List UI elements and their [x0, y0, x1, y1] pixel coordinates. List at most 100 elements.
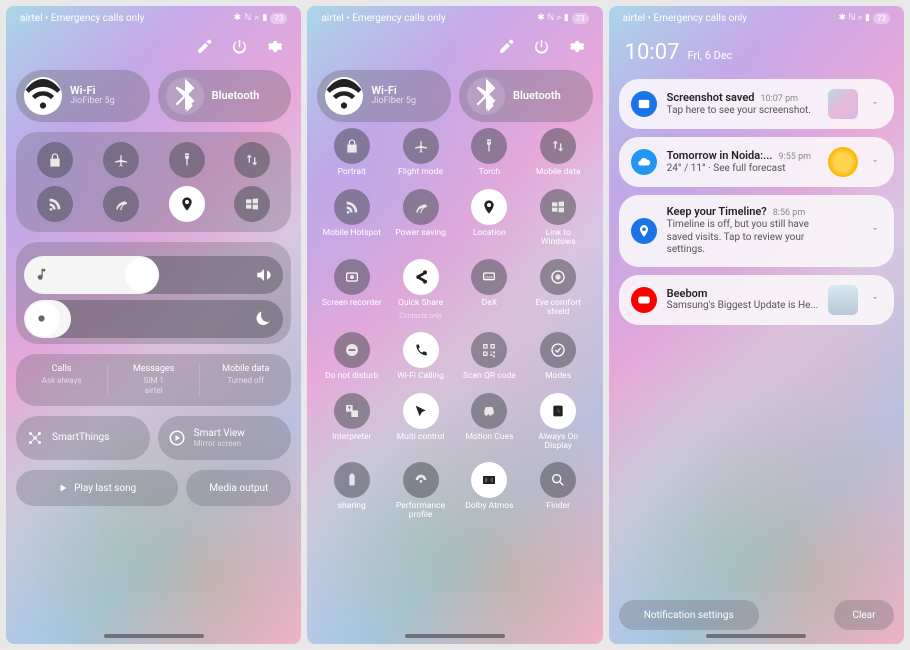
nav-handle[interactable]	[706, 634, 806, 638]
nfc-status-icon: ℕ	[244, 13, 251, 23]
tile-interpreter[interactable]: Interpreter	[332, 393, 371, 451]
sim-calls[interactable]: Calls Ask always	[16, 364, 108, 396]
youtube-icon	[631, 287, 657, 313]
tile-eyecomfort[interactable]: Eye comfort shield	[528, 259, 588, 320]
mobile-data-tile[interactable]	[234, 142, 270, 178]
maps-icon	[631, 218, 657, 244]
expand-chevron-icon[interactable]	[870, 224, 882, 237]
carrier-text: airtel • Emergency calls only	[623, 13, 747, 24]
play-last-song-button[interactable]: Play last song	[16, 470, 178, 506]
notif-time: 8:56 pm	[773, 208, 806, 219]
tile-quickshare[interactable]: Quick ShareContacts only	[398, 259, 443, 320]
expand-chevron-icon[interactable]	[870, 293, 882, 306]
settings-button[interactable]	[266, 38, 283, 58]
volume-slider[interactable]	[24, 256, 283, 294]
link-windows-tile[interactable]	[234, 186, 270, 222]
signal-status-icon: ▮	[262, 13, 267, 23]
tile-label: Scan QR code	[463, 372, 516, 381]
tile-label: Performance profile	[391, 502, 451, 520]
smartthings-card[interactable]: SmartThings	[16, 416, 150, 460]
tile-label: DeX	[482, 299, 497, 308]
notif-title: Tomorrow in Noida:...	[667, 149, 773, 163]
battery-percentage: 73	[270, 13, 287, 24]
hotspot-tile[interactable]	[37, 186, 73, 222]
tile-label: Power saving	[395, 229, 446, 238]
notif-time: 9:55 pm	[779, 152, 812, 163]
sim-mobile-data[interactable]: Mobile data Turned off	[200, 364, 291, 396]
bluetooth-status-icon: ✱	[234, 13, 242, 23]
tile-mobiledata[interactable]: Mobile data	[536, 128, 581, 177]
expand-chevron-icon[interactable]	[870, 98, 882, 111]
location-tile[interactable]	[169, 186, 205, 222]
tile-label: Flight mode	[398, 168, 443, 177]
smartthings-icon	[26, 429, 44, 447]
tile-label: sharing	[338, 502, 366, 511]
tile-multicontrol[interactable]: Multi control	[397, 393, 445, 451]
media-output-button[interactable]: Media output	[186, 470, 291, 506]
tile-label: Location	[473, 229, 506, 238]
power-menu-button[interactable]	[533, 38, 550, 58]
notif-subtitle: Samsung's Biggest Update is He...	[667, 300, 820, 313]
notification-settings-button[interactable]: Notification settings	[619, 600, 759, 630]
notification-youtube[interactable]: BeebomSamsung's Biggest Update is He...	[619, 275, 894, 325]
notif-title: Screenshot saved	[667, 91, 755, 105]
tile-dolby[interactable]: Dolby Atmos	[465, 462, 513, 520]
tile-link[interactable]: Link to Windows	[528, 189, 588, 247]
notification-list: Screenshot saved10:07 pmTap here to see …	[619, 79, 894, 325]
tile-sharing[interactable]: sharing	[334, 462, 370, 520]
tile-hotspot[interactable]: Mobile Hotspot	[323, 189, 381, 247]
bluetooth-pill[interactable]: Bluetooth	[459, 70, 593, 122]
bluetooth-icon	[166, 77, 204, 115]
gallery-icon	[631, 91, 657, 117]
tile-dnd[interactable]: Do not disturb	[325, 332, 378, 381]
tile-wificalling[interactable]: Wi-Fi Calling	[397, 332, 444, 381]
tile-qr[interactable]: Scan QR code	[463, 332, 516, 381]
portrait-tile[interactable]	[37, 142, 73, 178]
tile-label: Multi control	[397, 433, 445, 442]
vowifi-status-icon: ⌕	[254, 13, 259, 23]
tile-powersave[interactable]: Power saving	[395, 189, 446, 247]
notification-gallery[interactable]: Screenshot saved10:07 pmTap here to see …	[619, 79, 894, 129]
tile-location[interactable]: Location	[471, 189, 507, 247]
tile-recorder[interactable]: Screen recorder	[322, 259, 382, 320]
brightness-slider[interactable]	[24, 300, 283, 338]
tile-dex[interactable]: DeX	[471, 259, 507, 320]
torch-tile[interactable]	[169, 142, 205, 178]
notif-thumbnail	[828, 147, 858, 177]
notification-maps[interactable]: Keep your Timeline?8:56 pmTimeline is of…	[619, 195, 894, 267]
panel-quick-settings-expanded: airtel • Emergency calls only ✱ ℕ ⌕ ▮ 73…	[307, 6, 602, 644]
expand-chevron-icon[interactable]	[870, 156, 882, 169]
tile-label: Screen recorder	[322, 299, 382, 308]
notif-thumbnail	[828, 89, 858, 119]
wifi-pill[interactable]: Wi-Fi JioFiber 5g	[16, 70, 150, 122]
nav-handle[interactable]	[405, 634, 505, 638]
tile-label: Always On Display	[528, 433, 588, 451]
tile-torch[interactable]: Torch	[471, 128, 507, 177]
notification-weather[interactable]: Tomorrow in Noida:...9:55 pm24° / 11° · …	[619, 137, 894, 187]
tile-finder[interactable]: Finder	[540, 462, 576, 520]
tile-flight[interactable]: Flight mode	[398, 128, 443, 177]
tile-portrait[interactable]: Portrait	[334, 128, 370, 177]
tile-label: Quick Share	[398, 299, 443, 308]
power-menu-button[interactable]	[231, 38, 248, 58]
settings-button[interactable]	[568, 38, 585, 58]
sliders-panel	[16, 242, 291, 344]
tile-perf[interactable]: Performance profile	[391, 462, 451, 520]
flight-mode-tile[interactable]	[103, 142, 139, 178]
nav-handle[interactable]	[104, 634, 204, 638]
sim-messages[interactable]: Messages SIM 1 airtel	[108, 364, 200, 396]
tile-modes[interactable]: Modes	[540, 332, 576, 381]
tile-label: Wi-Fi Calling	[397, 372, 444, 381]
panel-notifications: airtel • Emergency calls only ✱ ℕ ⌕ ▮ 73…	[609, 6, 904, 644]
wifi-icon	[24, 77, 62, 115]
wifi-pill[interactable]: Wi-FiJioFiber 5g	[317, 70, 451, 122]
clear-button[interactable]: Clear	[834, 600, 894, 630]
tile-aod[interactable]: Always On Display	[528, 393, 588, 451]
power-saving-tile[interactable]	[103, 186, 139, 222]
notif-title: Keep your Timeline?	[667, 205, 767, 219]
smartview-card[interactable]: Smart View Mirror screen	[158, 416, 292, 460]
clock: 10:07	[625, 40, 680, 65]
tile-motioncues[interactable]: Motion Cues	[465, 393, 513, 451]
bluetooth-pill[interactable]: Bluetooth	[158, 70, 292, 122]
sim-panel[interactable]: Calls Ask always Messages SIM 1 airtel M…	[16, 354, 291, 406]
